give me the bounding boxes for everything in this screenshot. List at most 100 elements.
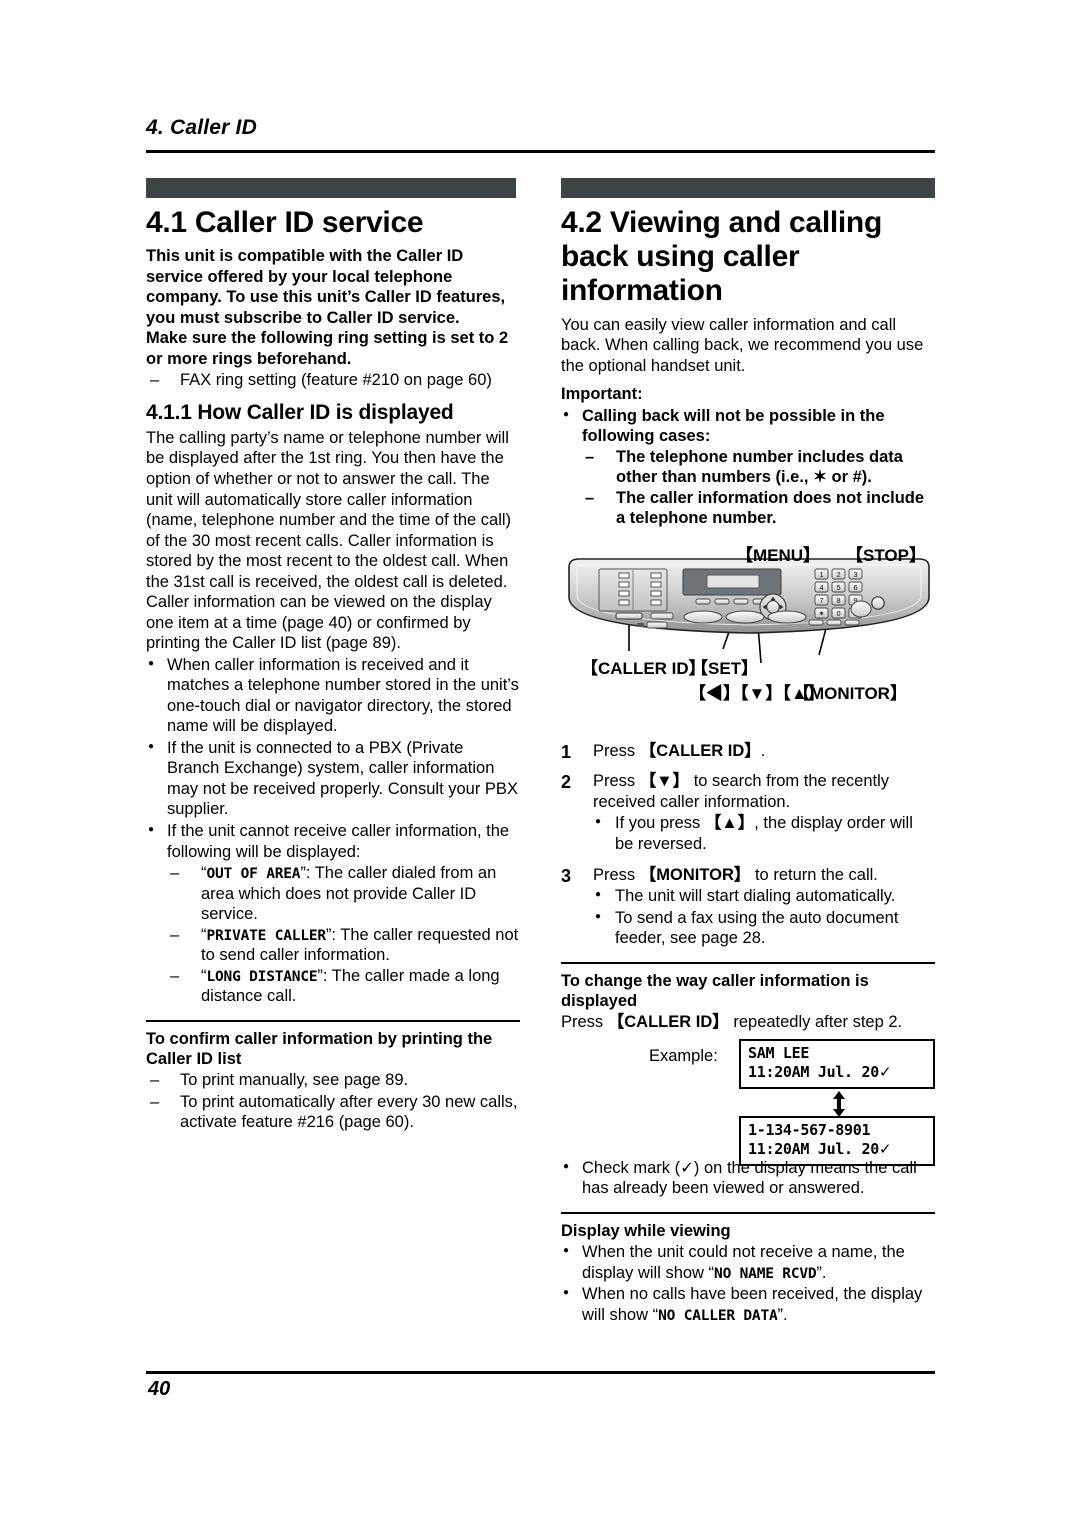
step-text-before: Press bbox=[593, 772, 640, 791]
key-label-caller-id: 【CALLER ID】 bbox=[607, 1013, 729, 1032]
list-item: “PRIVATE CALLER”: The caller requested n… bbox=[167, 925, 520, 966]
key-label-down-arrow: 【▼】 bbox=[639, 772, 690, 791]
list-item-label: If the unit cannot receive caller inform… bbox=[167, 822, 510, 861]
list-item: The caller information does not include … bbox=[582, 488, 935, 529]
display-while-viewing-list: When the unit could not receive a name, … bbox=[561, 1241, 935, 1325]
lcd-line-1: 1-134-567-8901 bbox=[748, 1120, 871, 1139]
step-1: 1 Press 【CALLER ID】. bbox=[561, 741, 935, 762]
callout-monitor: 【MONITOR】 bbox=[793, 683, 907, 703]
subsection-title-4-1-1: 4.1.1 How Caller ID is displayed bbox=[146, 400, 454, 424]
right-column: 4.2 Viewing and calling back using calle… bbox=[561, 178, 935, 1325]
instruction-text-after: repeatedly after step 2. bbox=[728, 1013, 903, 1032]
display-code: PRIVATE CALLER bbox=[206, 927, 327, 944]
chapter-heading: 4. Caller ID bbox=[146, 116, 257, 139]
ring-setting-list: FAX ring setting (feature #210 on page 6… bbox=[146, 370, 520, 391]
important-bullets: Calling back will not be possible in the… bbox=[561, 405, 935, 529]
check-mark-icon: ✓ bbox=[878, 1140, 892, 1158]
svg-text:8: 8 bbox=[836, 596, 840, 605]
page-number: 40 bbox=[148, 1378, 171, 1400]
list-item: The unit will start dialing automaticall… bbox=[593, 885, 935, 907]
how-displayed-paragraph-2: Caller information can be viewed on the … bbox=[146, 593, 492, 653]
svg-text:2: 2 bbox=[836, 570, 840, 579]
step-number: 2 bbox=[561, 772, 572, 793]
important-label: Important: bbox=[561, 385, 643, 404]
display-while-viewing-heading: Display while viewing bbox=[561, 1221, 731, 1240]
step-text-after: to return the call. bbox=[750, 865, 878, 884]
list-item: If the unit is connected to a PBX (Priva… bbox=[146, 737, 520, 820]
step-3: 3 Press 【MONITOR】 to return the call. Th… bbox=[561, 865, 935, 949]
change-display-heading: To change the way caller information is … bbox=[561, 971, 869, 1010]
svg-text:4: 4 bbox=[819, 583, 823, 592]
svg-text:7: 7 bbox=[819, 596, 823, 605]
list-item: To send a fax using the auto document fe… bbox=[593, 907, 935, 949]
lcd-timestamp: 11:20AM Jul. 20 bbox=[748, 1062, 879, 1081]
svg-text:3: 3 bbox=[853, 570, 857, 579]
lcd-line-2: 11:20AM Jul. 20✓ bbox=[748, 1140, 927, 1160]
step-2: 2 Press 【▼】 to search from the recently … bbox=[561, 771, 935, 854]
example-label: Example: bbox=[649, 1046, 718, 1065]
section-title-4-2: 4.2 Viewing and calling back using calle… bbox=[561, 206, 882, 308]
list-item-label: Calling back will not be possible in the… bbox=[582, 406, 885, 446]
list-item: “LONG DISTANCE”: The caller made a long … bbox=[167, 966, 520, 1007]
list-item: Calling back will not be possible in the… bbox=[561, 405, 935, 529]
step-3-notes: The unit will start dialing automaticall… bbox=[593, 885, 935, 949]
list-item: To print automatically after every 30 ne… bbox=[146, 1092, 520, 1133]
step-text-after: . bbox=[760, 741, 766, 760]
svg-text:0: 0 bbox=[836, 609, 840, 618]
list-item: When caller information is received and … bbox=[146, 654, 520, 737]
check-mark-note-list: Check mark (✓) on the display means the … bbox=[561, 1157, 935, 1199]
fax-control-panel-illustration: 123 456 789 ✶0# 【MENU】 【STOP bbox=[561, 545, 935, 733]
confirm-block-list: To print manually, see page 89. To print… bbox=[146, 1070, 520, 1133]
list-item: To print manually, see page 89. bbox=[146, 1070, 520, 1091]
important-subitems: The telephone number includes data other… bbox=[582, 447, 935, 529]
list-item: “OUT OF AREA”: The caller dialed from an… bbox=[167, 863, 520, 925]
display-code: NO CALLER DATA bbox=[658, 1307, 778, 1324]
callout-set: 【SET】 bbox=[691, 658, 759, 678]
lcd-display-name: SAM LEE 11:20AM Jul. 20✓ bbox=[739, 1038, 935, 1089]
list-item: FAX ring setting (feature #210 on page 6… bbox=[146, 370, 520, 391]
note-text-before: If you press bbox=[615, 814, 705, 833]
list-item: The telephone number includes data other… bbox=[582, 447, 935, 488]
step-2-notes: If you press 【▲】, the display order will… bbox=[593, 812, 935, 854]
manual-page: 4. Caller ID 4.1 Caller ID service This … bbox=[0, 0, 1080, 1528]
lcd-line-2: 11:20AM Jul. 20✓ bbox=[748, 1063, 927, 1083]
section-divider bbox=[146, 1019, 520, 1022]
toggle-arrow-icon bbox=[833, 1090, 845, 1117]
instruction-text-before: Press bbox=[561, 1013, 608, 1032]
display-message-list: “OUT OF AREA”: The caller dialed from an… bbox=[167, 863, 520, 1007]
list-item: If you press 【▲】, the display order will… bbox=[593, 812, 935, 854]
svg-text:5: 5 bbox=[836, 583, 840, 592]
intro-paragraph-1: This unit is compatible with the Caller … bbox=[146, 247, 506, 327]
svg-text:6: 6 bbox=[853, 583, 857, 592]
key-label-caller-id: 【CALLER ID】 bbox=[639, 741, 761, 760]
svg-text:✶: ✶ bbox=[818, 609, 824, 618]
section-bar-right bbox=[561, 178, 935, 198]
svg-text:1: 1 bbox=[819, 570, 823, 579]
how-displayed-bullets: When caller information is received and … bbox=[146, 654, 520, 1007]
change-display-instruction: Press 【CALLER ID】 repeatedly after step … bbox=[561, 1012, 935, 1033]
callout-menu: 【MENU】 bbox=[736, 545, 821, 565]
callout-stop: 【STOP】 bbox=[846, 545, 926, 565]
step-number: 1 bbox=[561, 741, 572, 762]
key-label-up-arrow: 【▲】 bbox=[704, 814, 755, 833]
footer-divider bbox=[146, 1371, 935, 1374]
section-divider bbox=[561, 1211, 935, 1214]
display-code: OUT OF AREA bbox=[206, 866, 301, 883]
check-mark-icon: ✓ bbox=[878, 1063, 892, 1081]
key-label-monitor: 【MONITOR】 bbox=[639, 865, 751, 884]
lcd-example-group: Example: SAM LEE 11:20AM Jul. 20✓ 1-134-… bbox=[561, 1038, 935, 1166]
display-code: LONG DISTANCE bbox=[206, 968, 318, 985]
list-item: If the unit cannot receive caller inform… bbox=[146, 820, 520, 1007]
list-item: When the unit could not receive a name, … bbox=[561, 1241, 935, 1283]
note-text-after: ”. bbox=[777, 1305, 788, 1324]
lcd-timestamp: 11:20AM Jul. 20 bbox=[748, 1139, 879, 1158]
section-bar-left bbox=[146, 178, 516, 198]
list-item: When no calls have been received, the di… bbox=[561, 1283, 935, 1325]
confirm-block-heading: To confirm caller information by printin… bbox=[146, 1029, 493, 1069]
left-column: 4.1 Caller ID service This unit is compa… bbox=[146, 178, 520, 1133]
display-code: NO NAME RCVD bbox=[714, 1265, 817, 1282]
viewing-intro-paragraph: You can easily view caller information a… bbox=[561, 315, 924, 375]
step-number: 3 bbox=[561, 865, 572, 886]
header-divider bbox=[146, 150, 935, 153]
step-text-before: Press bbox=[593, 741, 640, 760]
